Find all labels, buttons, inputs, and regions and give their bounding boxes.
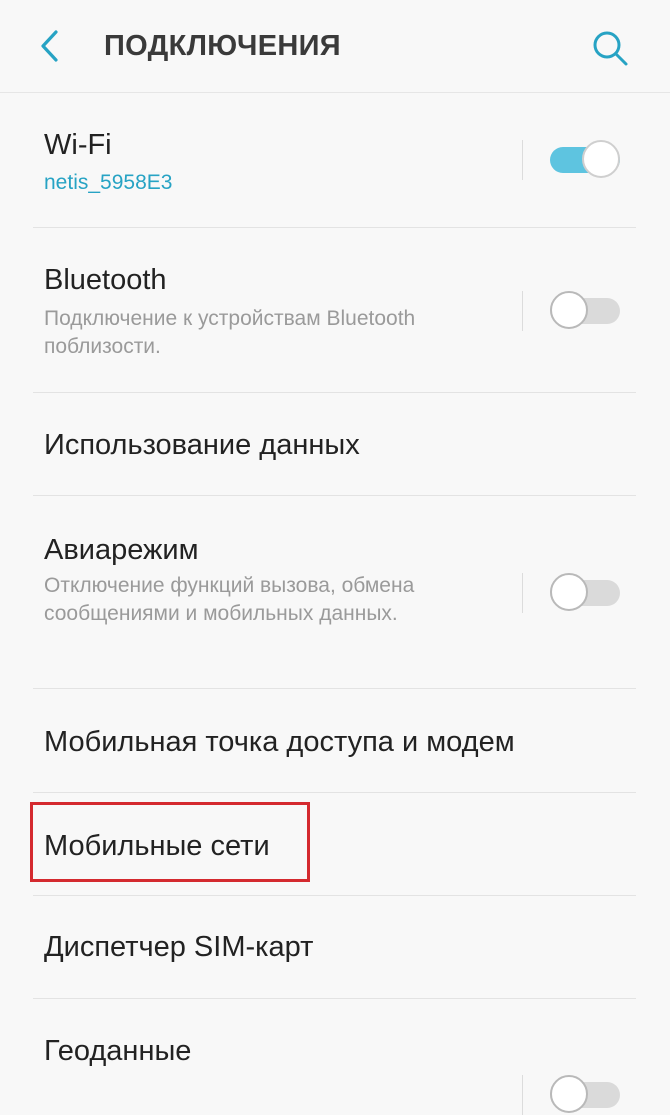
toggle-knob	[550, 573, 588, 611]
bluetooth-description: Подключение к устройствам Bluetooth побл…	[44, 307, 416, 358]
toggle-knob	[550, 291, 588, 329]
row-separator	[522, 140, 523, 180]
toggle-knob	[550, 1075, 588, 1113]
search-icon	[593, 31, 628, 66]
airplane-mode-description: Отключение функций вызова, обмена сообще…	[44, 574, 415, 625]
back-button[interactable]	[30, 24, 74, 68]
hotspot-row[interactable]: Мобильная точка доступа и модем	[0, 689, 670, 791]
airplane-mode-row[interactable]: Авиарежим Отключение функций вызова, обм…	[0, 496, 670, 688]
wifi-title: Wi-Fi	[44, 129, 112, 161]
location-row[interactable]: Геоданные	[0, 999, 670, 1115]
sim-manager-title: Диспетчер SIM-карт	[44, 931, 314, 963]
wifi-setting-row[interactable]: Wi-Fi netis_5958E3	[0, 93, 670, 227]
toggle-knob	[582, 140, 620, 178]
bluetooth-title: Bluetooth	[44, 264, 167, 296]
app-header: ПОДКЛЮЧЕНИЯ	[0, 0, 670, 93]
airplane-mode-title: Авиарежим	[44, 534, 199, 566]
airplane-mode-toggle[interactable]	[550, 573, 620, 611]
chevron-left-icon	[41, 30, 58, 62]
data-usage-row[interactable]: Использование данных	[0, 393, 670, 495]
search-button[interactable]	[588, 26, 632, 70]
hotspot-title: Мобильная точка доступа и модем	[44, 726, 515, 758]
data-usage-title: Использование данных	[44, 429, 360, 461]
location-title: Геоданные	[44, 1035, 192, 1067]
page-title: ПОДКЛЮЧЕНИЯ	[104, 30, 341, 62]
row-separator	[522, 1075, 523, 1115]
row-separator	[522, 573, 523, 613]
bluetooth-setting-row[interactable]: Bluetooth Подключение к устройствам Blue…	[0, 228, 670, 392]
mobile-networks-row[interactable]: Мобильные сети	[0, 793, 670, 894]
bluetooth-toggle[interactable]	[550, 291, 620, 329]
wifi-network-name: netis_5958E3	[44, 171, 173, 194]
sim-manager-row[interactable]: Диспетчер SIM-карт	[0, 896, 670, 998]
row-separator	[522, 291, 523, 331]
location-toggle[interactable]	[550, 1075, 620, 1113]
mobile-networks-title: Мобильные сети	[44, 830, 270, 862]
wifi-toggle[interactable]	[550, 140, 620, 178]
